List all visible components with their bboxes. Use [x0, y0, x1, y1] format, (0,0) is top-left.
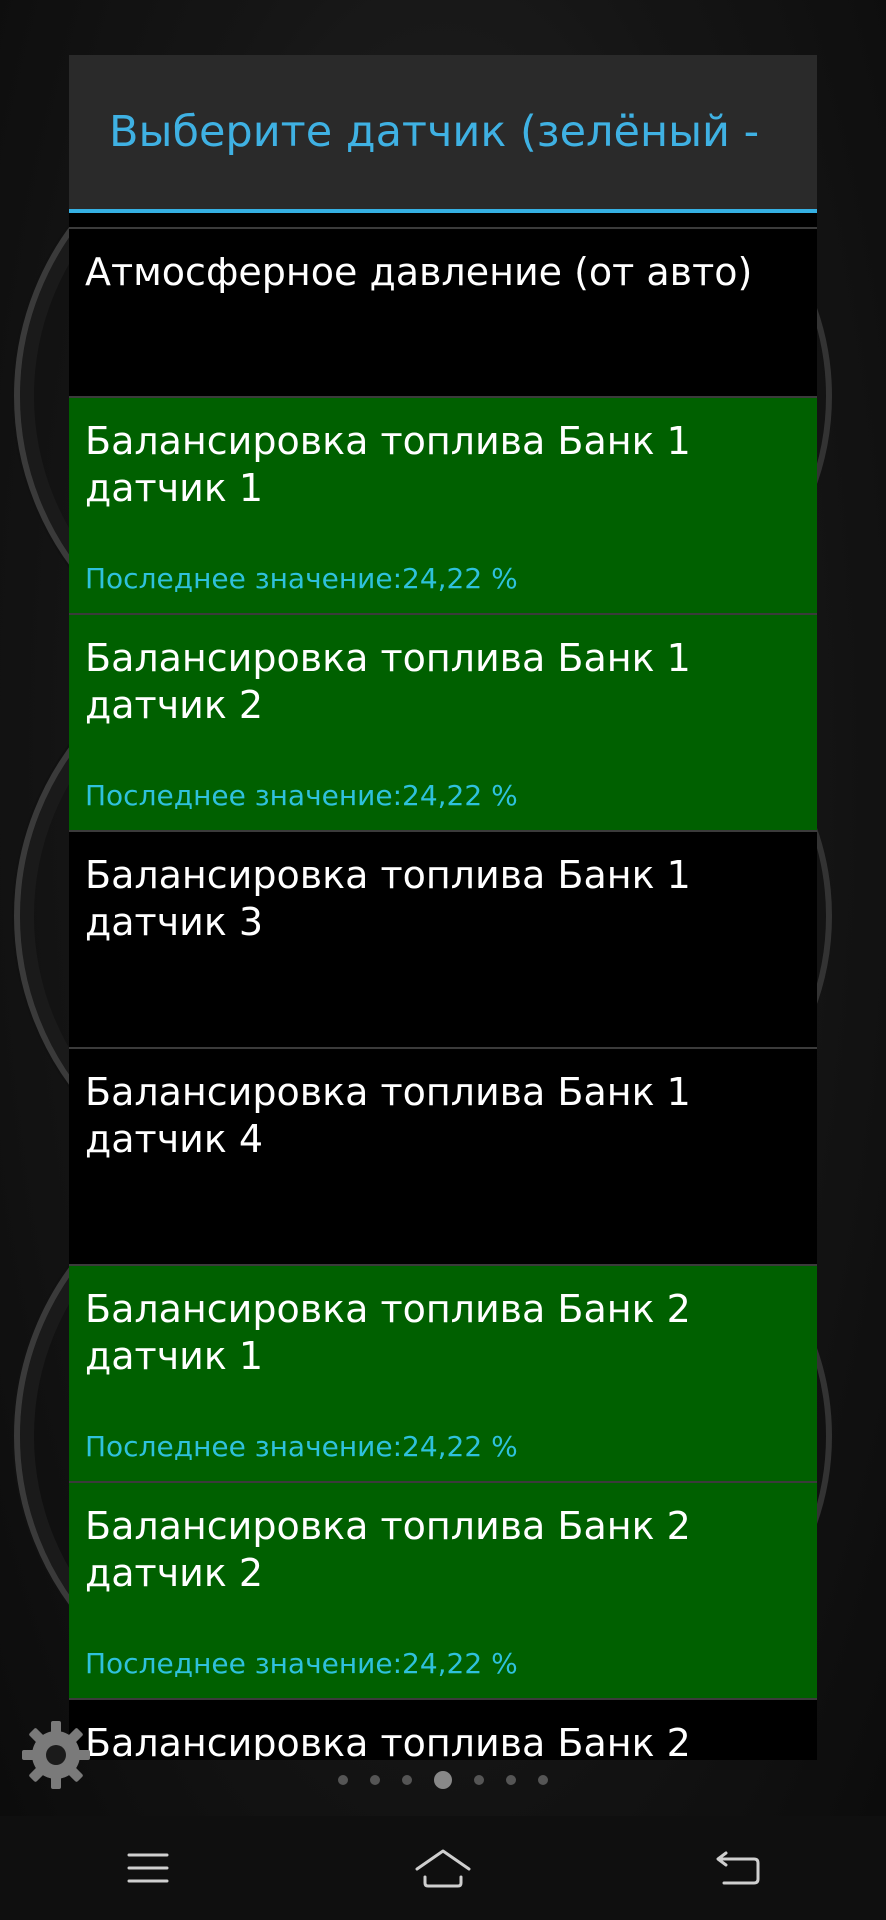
page-dot	[538, 1775, 548, 1785]
header-divider	[69, 213, 817, 229]
sensor-name: Балансировка топлива Банк 1 датчик 2	[85, 636, 691, 727]
sensor-name: Балансировка топлива Банк 2 датчик 1	[85, 1287, 691, 1378]
system-nav-bar	[0, 1816, 886, 1920]
page-dot	[474, 1775, 484, 1785]
sensor-list-item[interactable]: Атмосферное давление (от авто)	[69, 229, 817, 398]
sensor-list-item[interactable]: Балансировка топлива Банк 2 датчик	[69, 1700, 817, 1760]
sensor-last-value: Последнее значение:24,22 %	[85, 1430, 518, 1463]
back-icon[interactable]	[693, 1838, 783, 1898]
page-dot	[370, 1775, 380, 1785]
dialog-header: Выберите датчик (зелёный -	[69, 55, 817, 213]
home-icon[interactable]	[398, 1838, 488, 1898]
sensor-name: Балансировка топлива Банк 2 датчик 2	[85, 1504, 691, 1595]
sensor-list-item[interactable]: Балансировка топлива Банк 1 датчик 2 Пос…	[69, 615, 817, 832]
sensor-last-value: Последнее значение:24,22 %	[85, 562, 518, 595]
sensor-name: Балансировка топлива Банк 1 датчик 4	[85, 1070, 691, 1161]
sensor-select-dialog: Выберите датчик (зелёный - Атмосферное д…	[69, 55, 817, 1760]
dialog-title: Выберите датчик (зелёный -	[109, 107, 760, 157]
sensor-name: Балансировка топлива Банк 2 датчик	[85, 1721, 691, 1760]
page-dot	[402, 1775, 412, 1785]
sensor-last-value: Последнее значение:24,22 %	[85, 1647, 518, 1680]
sensor-list-item[interactable]: Балансировка топлива Банк 1 датчик 4	[69, 1049, 817, 1266]
sensor-name: Балансировка топлива Банк 1 датчик 1	[85, 419, 691, 510]
sensor-list-item[interactable]: Балансировка топлива Банк 2 датчик 1 Пос…	[69, 1266, 817, 1483]
sensor-list-item[interactable]: Балансировка топлива Банк 1 датчик 1 Пос…	[69, 398, 817, 615]
sensor-list-item[interactable]: Балансировка топлива Банк 2 датчик 2 Пос…	[69, 1483, 817, 1700]
menu-icon[interactable]	[103, 1838, 193, 1898]
page-dot	[506, 1775, 516, 1785]
sensor-list-item[interactable]: Балансировка топлива Банк 1 датчик 3	[69, 832, 817, 1049]
sensor-last-value: Последнее значение:24,22 %	[85, 779, 518, 812]
sensor-name: Атмосферное давление (от авто)	[85, 250, 753, 294]
page-indicator	[0, 1770, 886, 1790]
page-dot-active	[434, 1771, 452, 1789]
sensor-name: Балансировка топлива Банк 1 датчик 3	[85, 853, 691, 944]
page-dot	[338, 1775, 348, 1785]
